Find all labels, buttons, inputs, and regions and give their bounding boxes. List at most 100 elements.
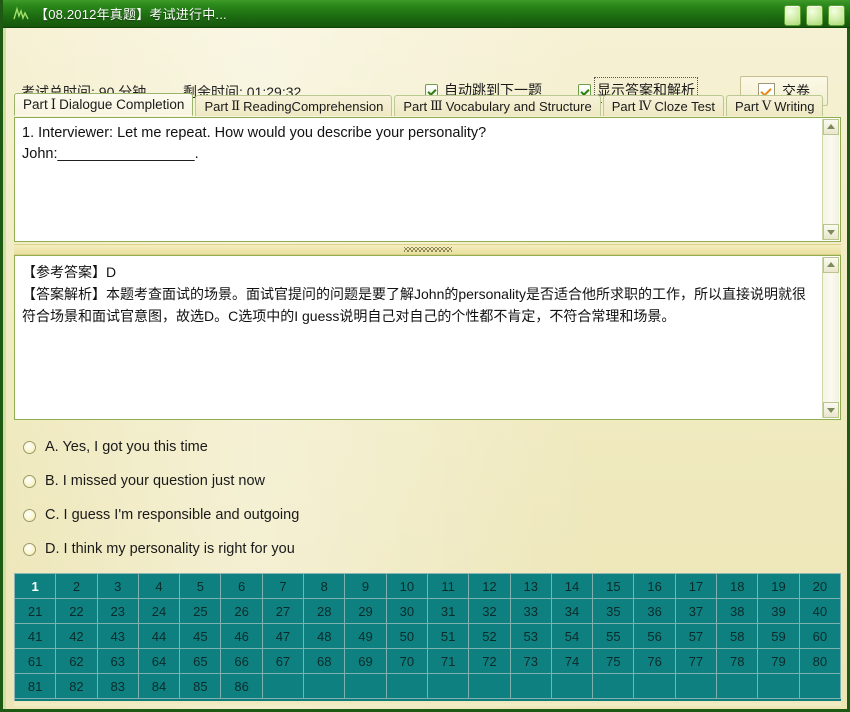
question-number-cell-4[interactable]: 4 [138, 574, 181, 599]
question-number-cell-1[interactable]: 1 [15, 574, 57, 599]
question-number-cell-42[interactable]: 42 [56, 624, 98, 649]
question-number-cell-63[interactable]: 63 [97, 649, 139, 674]
question-number-cell-22[interactable]: 22 [56, 599, 98, 624]
question-number-cell-36[interactable]: 36 [634, 599, 676, 624]
question-number-cell-28[interactable]: 28 [304, 599, 346, 624]
scroll-down-icon[interactable] [823, 224, 839, 240]
question-number-cell-85[interactable]: 85 [180, 674, 222, 699]
question-number-cell-43[interactable]: 43 [97, 624, 139, 649]
question-number-cell-23[interactable]: 23 [97, 599, 139, 624]
question-number-cell-37[interactable]: 37 [675, 599, 718, 624]
question-number-cell-61[interactable]: 61 [15, 649, 57, 674]
maximize-button[interactable] [806, 5, 823, 26]
question-number-cell-58[interactable]: 58 [717, 624, 759, 649]
question-number-cell-38[interactable]: 38 [717, 599, 759, 624]
question-number-cell-19[interactable]: 19 [758, 574, 800, 599]
tab-part-4[interactable]: Part Ⅳ Cloze Test [602, 95, 725, 116]
question-number-cell-50[interactable]: 50 [386, 624, 428, 649]
question-number-cell-9[interactable]: 9 [345, 574, 387, 599]
question-number-cell-39[interactable]: 39 [758, 599, 800, 624]
question-number-cell-34[interactable]: 34 [551, 599, 594, 624]
tab-part-1[interactable]: Part Ⅰ Dialogue Completion [14, 93, 194, 116]
question-number-cell-16[interactable]: 16 [634, 574, 676, 599]
question-number-cell-24[interactable]: 24 [138, 599, 181, 624]
question-number-cell-45[interactable]: 45 [180, 624, 222, 649]
question-number-cell-31[interactable]: 31 [427, 599, 470, 624]
question-number-cell-65[interactable]: 65 [180, 649, 222, 674]
question-number-cell-64[interactable]: 64 [138, 649, 181, 674]
question-number-cell-33[interactable]: 33 [510, 599, 552, 624]
question-number-cell-83[interactable]: 83 [97, 674, 139, 699]
question-number-cell-48[interactable]: 48 [304, 624, 346, 649]
scroll-up-icon[interactable] [823, 257, 839, 273]
radio-icon[interactable] [23, 440, 36, 454]
question-number-cell-25[interactable]: 25 [180, 599, 222, 624]
question-number-cell-20[interactable]: 20 [799, 574, 841, 599]
radio-icon[interactable] [23, 542, 36, 556]
question-number-cell-51[interactable]: 51 [427, 624, 470, 649]
question-number-cell-71[interactable]: 71 [427, 649, 470, 674]
question-number-cell-15[interactable]: 15 [593, 574, 635, 599]
question-scrollbar[interactable] [822, 119, 839, 240]
question-number-cell-86[interactable]: 86 [221, 674, 263, 699]
question-number-cell-2[interactable]: 2 [56, 574, 98, 599]
question-number-cell-26[interactable]: 26 [221, 599, 263, 624]
question-number-cell-35[interactable]: 35 [593, 599, 635, 624]
question-number-cell-44[interactable]: 44 [138, 624, 181, 649]
scroll-up-icon[interactable] [823, 119, 839, 135]
question-number-cell-66[interactable]: 66 [221, 649, 263, 674]
question-number-cell-55[interactable]: 55 [593, 624, 635, 649]
option-d[interactable]: D. I think my personality is right for y… [23, 532, 723, 566]
question-number-cell-57[interactable]: 57 [675, 624, 718, 649]
question-number-cell-78[interactable]: 78 [717, 649, 759, 674]
question-number-cell-76[interactable]: 76 [634, 649, 676, 674]
question-number-cell-72[interactable]: 72 [469, 649, 511, 674]
question-number-cell-70[interactable]: 70 [386, 649, 428, 674]
question-number-cell-80[interactable]: 80 [799, 649, 841, 674]
question-number-cell-40[interactable]: 40 [799, 599, 841, 624]
question-number-cell-75[interactable]: 75 [593, 649, 635, 674]
radio-icon[interactable] [23, 474, 36, 488]
question-number-cell-5[interactable]: 5 [180, 574, 222, 599]
tab-part-2[interactable]: Part Ⅱ ReadingComprehension [195, 95, 393, 116]
question-number-cell-53[interactable]: 53 [510, 624, 552, 649]
question-number-cell-67[interactable]: 67 [262, 649, 305, 674]
question-number-cell-17[interactable]: 17 [675, 574, 718, 599]
question-number-cell-81[interactable]: 81 [15, 674, 57, 699]
option-a[interactable]: A. Yes, I got you this time [23, 430, 723, 464]
question-number-cell-18[interactable]: 18 [717, 574, 759, 599]
question-number-cell-56[interactable]: 56 [634, 624, 676, 649]
question-number-cell-8[interactable]: 8 [304, 574, 346, 599]
question-number-cell-52[interactable]: 52 [469, 624, 511, 649]
question-number-cell-13[interactable]: 13 [510, 574, 552, 599]
question-number-cell-30[interactable]: 30 [386, 599, 428, 624]
question-number-cell-62[interactable]: 62 [56, 649, 98, 674]
question-number-cell-68[interactable]: 68 [304, 649, 346, 674]
question-number-cell-54[interactable]: 54 [551, 624, 594, 649]
question-number-cell-69[interactable]: 69 [345, 649, 387, 674]
close-button[interactable] [828, 5, 845, 26]
question-number-cell-21[interactable]: 21 [15, 599, 57, 624]
question-number-cell-14[interactable]: 14 [551, 574, 594, 599]
question-number-cell-82[interactable]: 82 [56, 674, 98, 699]
question-number-cell-12[interactable]: 12 [469, 574, 511, 599]
question-number-cell-47[interactable]: 47 [262, 624, 305, 649]
question-number-cell-10[interactable]: 10 [386, 574, 428, 599]
question-number-cell-11[interactable]: 11 [427, 574, 470, 599]
radio-icon[interactable] [23, 508, 36, 522]
question-number-cell-77[interactable]: 77 [675, 649, 718, 674]
question-number-cell-3[interactable]: 3 [97, 574, 139, 599]
question-number-cell-49[interactable]: 49 [345, 624, 387, 649]
question-number-cell-84[interactable]: 84 [138, 674, 181, 699]
option-b[interactable]: B. I missed your question just now [23, 464, 723, 498]
question-number-cell-46[interactable]: 46 [221, 624, 263, 649]
question-number-cell-59[interactable]: 59 [758, 624, 800, 649]
question-number-cell-79[interactable]: 79 [758, 649, 800, 674]
question-number-cell-73[interactable]: 73 [510, 649, 552, 674]
pane-splitter[interactable] [14, 244, 841, 255]
question-number-cell-41[interactable]: 41 [15, 624, 57, 649]
question-number-grid[interactable]: 1 2 3 4 5 6 7 8 9 10 11 12 13 14 15 16 17 18 19 20 21 22 23 24 2… [14, 573, 841, 701]
option-c[interactable]: C. I guess I'm responsible and outgoing [23, 498, 723, 532]
question-number-cell-74[interactable]: 74 [551, 649, 594, 674]
minimize-button[interactable] [784, 5, 801, 26]
